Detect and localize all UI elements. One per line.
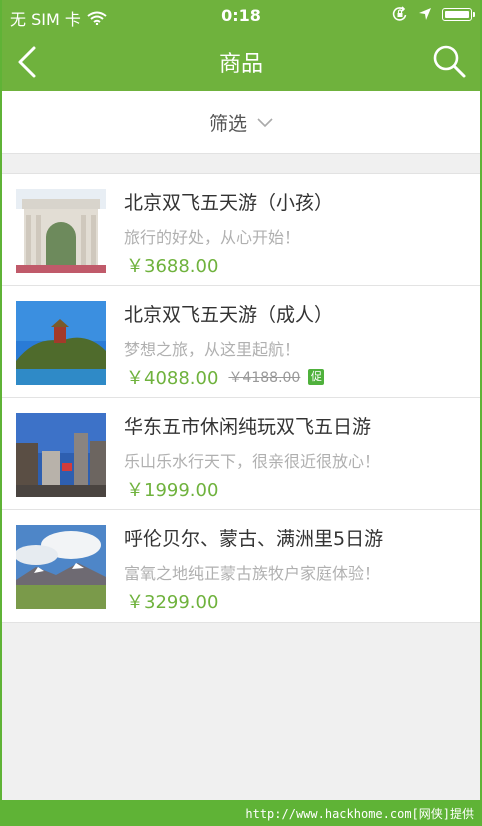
product-thumbnail [16, 301, 106, 385]
filter-label: 筛选 [208, 113, 247, 135]
product-price: ￥3688.00 [126, 256, 219, 277]
original-price: ￥4188.00 [228, 370, 301, 386]
battery-icon [442, 7, 475, 21]
product-item[interactable]: 北京双飞五天游（成人） 梦想之旅，从这里起航！ ￥4088.00 ￥4188.0… [2, 286, 480, 398]
product-subtitle: 乐山乐水行天下，很亲很近很放心！ [124, 452, 381, 471]
price-row: ￥4088.00 ￥4188.00 促 [126, 364, 325, 390]
search-icon [433, 45, 466, 78]
price-row: ￥1999.00 [126, 476, 218, 502]
product-title: 北京双飞五天游（成人） [124, 304, 334, 326]
rotation-lock-icon [392, 6, 407, 21]
product-price: ￥3299.00 [126, 592, 219, 613]
product-title: 北京双飞五天游（小孩） [124, 192, 334, 214]
search-button[interactable] [430, 42, 470, 82]
product-item[interactable]: 北京双飞五天游（小孩） 旅行的好处，从心开始！ ￥3688.00 [2, 174, 480, 286]
filter-button[interactable]: 筛选 [2, 109, 480, 136]
product-title: 华东五市休闲纯玩双飞五日游 [124, 416, 372, 438]
product-list: 北京双飞五天游（小孩） 旅行的好处，从心开始！ ￥3688.00 北京双飞五天游… [2, 173, 480, 623]
product-subtitle: 梦想之旅，从这里起航！ [124, 340, 301, 359]
promo-badge: 促 [308, 369, 325, 385]
product-thumbnail [16, 525, 106, 609]
location-arrow-icon [419, 8, 431, 20]
status-bar: 无 SIM 卡 0:18 [2, 0, 480, 32]
product-subtitle: 旅行的好处，从心开始！ [124, 228, 301, 247]
product-thumbnail [16, 413, 106, 497]
product-subtitle: 富氧之地纯正蒙古族牧户家庭体验！ [124, 564, 381, 583]
product-item[interactable]: 呼伦贝尔、蒙古、满洲里5日游 富氧之地纯正蒙古族牧户家庭体验！ ￥3299.00 [2, 510, 480, 622]
filter-bar: 筛选 [2, 91, 480, 154]
product-thumbnail [16, 189, 106, 273]
price-row: ￥3688.00 [126, 252, 218, 278]
product-price: ￥4088.00 [126, 368, 219, 389]
nav-bar: 商品 [2, 32, 480, 91]
page-title: 商品 [218, 52, 263, 77]
product-price: ￥1999.00 [126, 480, 219, 501]
watermark-bar: http://www.hackhome.com[网侠]提供 [0, 800, 482, 826]
product-item[interactable]: 华东五市休闲纯玩双飞五日游 乐山乐水行天下，很亲很近很放心！ ￥1999.00 [2, 398, 480, 510]
chevron-down-icon [257, 117, 273, 127]
price-row: ￥3299.00 [126, 588, 218, 614]
app-screen: 无 SIM 卡 0:18 商品 筛选 北京双飞五天游（小孩） 旅行的好处，从心开… [2, 0, 480, 800]
status-right [392, 6, 475, 22]
watermark-text: http://www.hackhome.com[网侠]提供 [245, 807, 474, 821]
product-title: 呼伦贝尔、蒙古、满洲里5日游 [124, 528, 384, 550]
